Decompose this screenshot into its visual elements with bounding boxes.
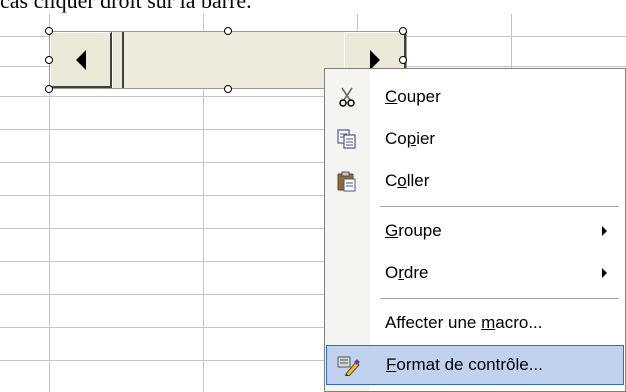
menu-separator <box>380 206 619 207</box>
scroll-track[interactable] <box>124 32 344 88</box>
resize-handle-left[interactable] <box>45 56 53 64</box>
menu-item-label: Groupe <box>385 221 442 240</box>
menu-item-affecter-macro[interactable]: Affecter une macro... <box>325 303 625 343</box>
submenu-arrow-icon <box>602 268 607 278</box>
menu-item-label: Copier <box>385 129 436 148</box>
paste-icon <box>335 169 359 193</box>
menu-item-ordre[interactable]: Ordre <box>325 253 625 293</box>
resize-handle-bottom[interactable] <box>224 85 232 93</box>
scissors-icon <box>335 85 359 109</box>
menu-separator <box>380 298 619 299</box>
menu-item-groupe[interactable]: Groupe <box>325 211 625 251</box>
arrow-right-icon <box>369 49 380 70</box>
scroll-left-button[interactable] <box>50 32 112 88</box>
context-menu: Couper Copier Coller Groupe Ordre Affect… <box>324 68 626 392</box>
scroll-thumb[interactable] <box>112 32 124 88</box>
menu-item-label: Ordre <box>385 263 429 282</box>
resize-handle-top-left[interactable] <box>45 27 53 35</box>
resize-handle-top-right[interactable] <box>399 27 407 35</box>
arrow-left-icon <box>75 49 86 70</box>
menu-item-label: Affecter une macro... <box>385 313 543 332</box>
menu-item-coller[interactable]: Coller <box>325 161 625 201</box>
resize-handle-top[interactable] <box>224 27 232 35</box>
menu-item-couper[interactable]: Couper <box>325 77 625 117</box>
copy-icon <box>335 127 359 151</box>
menu-item-label: Couper <box>385 87 441 106</box>
menu-item-copier[interactable]: Copier <box>325 119 625 159</box>
menu-item-label: Format de contrôle... <box>386 355 543 374</box>
menu-item-label: Coller <box>385 171 430 190</box>
format-control-icon <box>336 353 360 377</box>
menu-item-format-controle[interactable]: Format de contrôle... <box>326 345 624 385</box>
submenu-arrow-icon <box>602 226 607 236</box>
resize-handle-bottom-left[interactable] <box>45 85 53 93</box>
resize-handle-right[interactable] <box>399 56 407 64</box>
